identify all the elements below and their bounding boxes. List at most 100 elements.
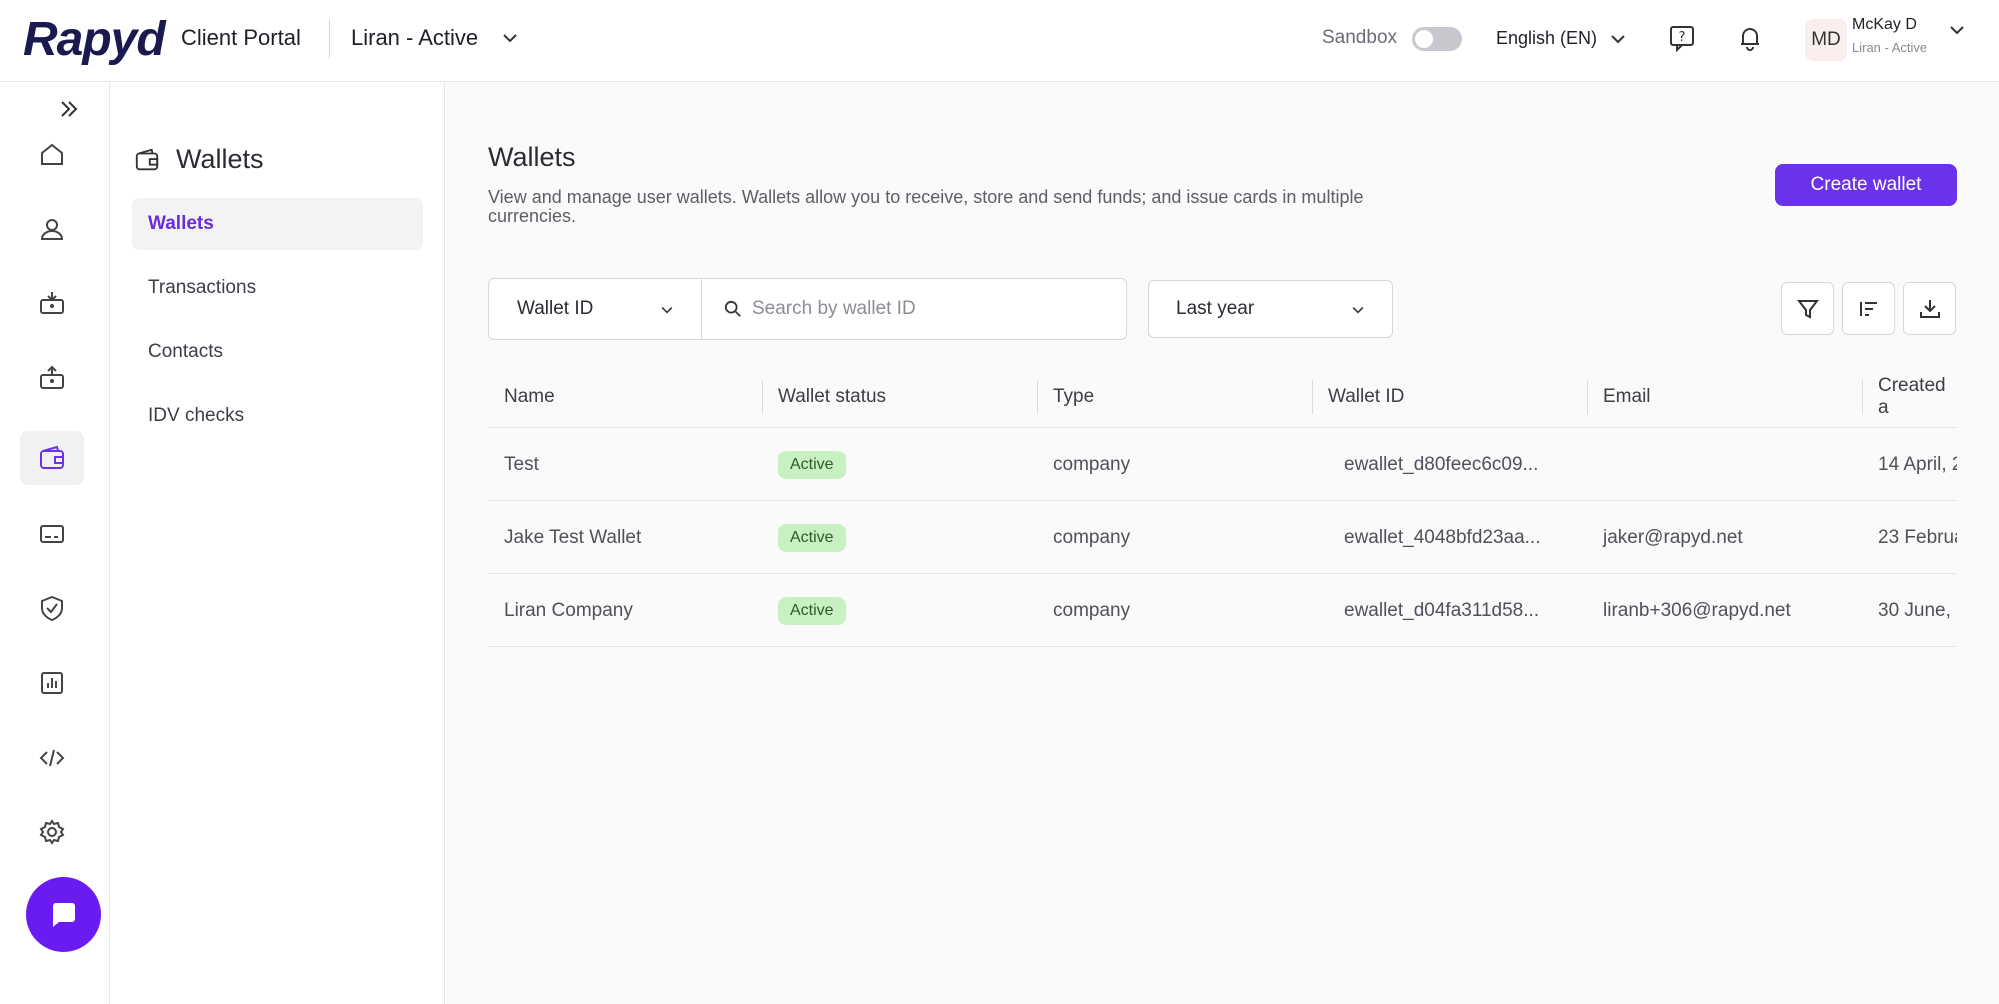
page-title: Wallets bbox=[488, 142, 576, 172]
rail-item-cards[interactable] bbox=[20, 507, 84, 561]
cell-email: jaker@rapyd.net bbox=[1603, 526, 1743, 548]
sort-button[interactable] bbox=[1842, 282, 1895, 335]
cell-name: Jake Test Wallet bbox=[504, 526, 642, 548]
column-divider[interactable] bbox=[1037, 380, 1038, 414]
avatar[interactable]: MD bbox=[1805, 19, 1847, 61]
filter-icon bbox=[1796, 299, 1819, 319]
rail-item-collect[interactable] bbox=[20, 276, 84, 330]
cell-wallet-id: ewallet_4048bfd23aa... bbox=[1344, 526, 1541, 548]
cell-status: Active bbox=[778, 501, 846, 574]
subnav-item-idv-checks[interactable]: IDV checks bbox=[132, 390, 423, 442]
column-header-type[interactable]: Type bbox=[1053, 366, 1094, 428]
chevron-down-icon[interactable] bbox=[1947, 20, 1967, 45]
settings-icon bbox=[39, 819, 65, 845]
cell-type: company bbox=[1053, 599, 1131, 621]
column-divider[interactable] bbox=[1862, 380, 1863, 414]
column-divider[interactable] bbox=[762, 380, 763, 414]
cell-created: 30 June, bbox=[1878, 599, 1951, 621]
download-icon bbox=[1919, 299, 1940, 318]
cell-name: Test bbox=[504, 453, 539, 475]
search-field-select[interactable]: Wallet ID bbox=[489, 279, 702, 339]
chat-icon bbox=[52, 902, 75, 927]
date-range-value: Last year bbox=[1176, 298, 1255, 319]
column-header-name[interactable]: Name bbox=[504, 366, 555, 428]
card-icon bbox=[40, 525, 64, 543]
column-header-wallet-id[interactable]: Wallet ID bbox=[1328, 366, 1404, 428]
create-wallet-button[interactable]: Create wallet bbox=[1775, 164, 1957, 206]
cell-created: 23 Februa bbox=[1878, 526, 1957, 548]
rail-item-compliance[interactable] bbox=[20, 581, 84, 635]
column-header-email[interactable]: Email bbox=[1603, 366, 1651, 428]
cell-wallet-id: ewallet_d04fa311d58... bbox=[1344, 599, 1540, 621]
search-field-value: Wallet ID bbox=[517, 298, 594, 319]
cell-status: Active bbox=[778, 428, 846, 501]
header-divider bbox=[329, 20, 330, 58]
rail-item-wallets[interactable] bbox=[20, 431, 84, 485]
collect-icon bbox=[40, 292, 64, 314]
subnav-item-wallets[interactable]: Wallets bbox=[132, 198, 423, 250]
account-selector[interactable]: Liran - Active bbox=[351, 25, 478, 51]
cell-created: 14 April, 2 bbox=[1878, 453, 1957, 475]
sandbox-toggle[interactable] bbox=[1412, 27, 1462, 51]
date-range-select[interactable]: Last year bbox=[1148, 280, 1393, 338]
column-divider[interactable] bbox=[1587, 380, 1588, 414]
user-account: Liran - Active bbox=[1852, 40, 1928, 55]
icon-rail bbox=[0, 82, 110, 1004]
disburse-icon bbox=[40, 365, 64, 389]
subnav-title: Wallets bbox=[134, 144, 264, 175]
column-header-created[interactable]: Created a bbox=[1878, 366, 1957, 428]
search-box[interactable] bbox=[702, 279, 1126, 339]
search-filter-group: Wallet ID bbox=[488, 278, 1127, 340]
status-badge: Active bbox=[778, 450, 846, 479]
rail-item-developers[interactable] bbox=[20, 731, 84, 785]
download-button[interactable] bbox=[1903, 282, 1956, 335]
wallets-subnav: Wallets Wallets Transactions Contacts ID… bbox=[110, 82, 445, 1004]
status-badge: Active bbox=[778, 596, 846, 625]
subnav-item-contacts[interactable]: Contacts bbox=[132, 326, 423, 378]
cell-type: company bbox=[1053, 526, 1131, 548]
wallet-icon bbox=[40, 445, 64, 469]
code-icon bbox=[39, 749, 65, 767]
cell-wallet-id: ewallet_d80feec6c09... bbox=[1344, 453, 1539, 475]
rail-item-home[interactable] bbox=[20, 127, 84, 181]
search-input[interactable] bbox=[752, 298, 1112, 320]
rail-item-settings[interactable] bbox=[20, 805, 84, 859]
rail-item-disburse[interactable] bbox=[20, 351, 84, 405]
user-icon bbox=[40, 219, 64, 240]
svg-text:?: ? bbox=[1679, 30, 1686, 45]
table-row[interactable]: Liran Company Active company ewallet_d04… bbox=[488, 574, 1957, 647]
table-row[interactable]: Test Active company ewallet_d80feec6c09.… bbox=[488, 428, 1957, 501]
rail-item-reports[interactable] bbox=[20, 656, 84, 710]
toggle-knob bbox=[1415, 30, 1433, 48]
rail-item-customers[interactable] bbox=[20, 202, 84, 256]
main-content: Wallets View and manage user wallets. Wa… bbox=[446, 82, 1999, 1004]
expand-sidebar-icon[interactable] bbox=[58, 98, 80, 125]
filter-button[interactable] bbox=[1781, 282, 1834, 335]
cell-name: Liran Company bbox=[504, 599, 633, 621]
sandbox-label: Sandbox bbox=[1322, 27, 1398, 48]
help-icon[interactable]: ? bbox=[1668, 24, 1696, 57]
cell-email: liranb+306@rapyd.net bbox=[1603, 599, 1791, 621]
user-name: McKay D bbox=[1852, 16, 1917, 33]
chat-button[interactable] bbox=[26, 877, 101, 952]
subnav-title-text: Wallets bbox=[176, 144, 264, 174]
search-icon bbox=[724, 300, 741, 317]
subnav-item-transactions[interactable]: Transactions bbox=[132, 262, 423, 314]
chevron-down-icon[interactable] bbox=[1608, 29, 1628, 54]
portal-label: Client Portal bbox=[181, 25, 301, 50]
wallet-icon bbox=[135, 148, 159, 170]
home-icon bbox=[41, 143, 63, 165]
table-row[interactable]: Jake Test Wallet Active company ewallet_… bbox=[488, 501, 1957, 574]
rapyd-logo[interactable]: Rapyd bbox=[23, 12, 166, 67]
top-bar: Rapyd Client Portal Liran - Active Sandb… bbox=[0, 0, 1999, 82]
sort-icon bbox=[1859, 301, 1877, 316]
bell-icon[interactable] bbox=[1736, 24, 1764, 57]
cell-type: company bbox=[1053, 453, 1131, 475]
table-header: Name Wallet status Type Wallet ID Email … bbox=[488, 366, 1957, 428]
chevron-down-icon bbox=[1350, 302, 1366, 324]
page-description: View and manage user wallets. Wallets al… bbox=[488, 187, 1364, 226]
column-divider[interactable] bbox=[1312, 380, 1313, 414]
language-selector[interactable]: English (EN) bbox=[1496, 28, 1597, 49]
chevron-down-icon[interactable] bbox=[500, 28, 520, 53]
column-header-wallet-status[interactable]: Wallet status bbox=[778, 366, 886, 428]
